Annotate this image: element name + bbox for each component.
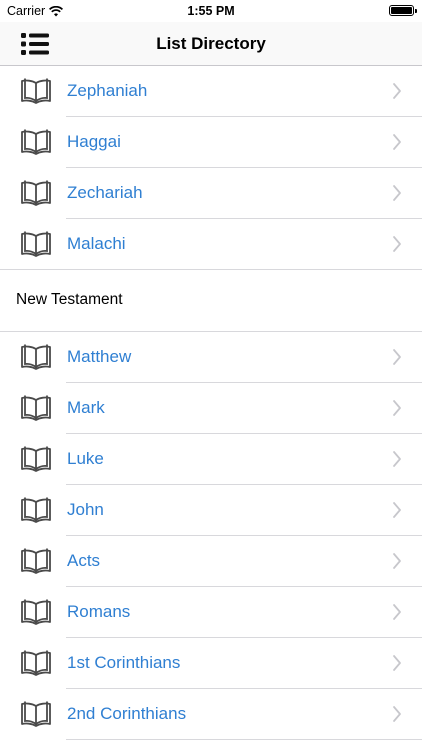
- list-item-2nd-corinthians[interactable]: 2nd Corinthians: [0, 689, 422, 740]
- chevron-right-icon: [393, 236, 401, 252]
- list-item-haggai[interactable]: Haggai: [0, 117, 422, 168]
- list-item-malachi[interactable]: Malachi: [0, 219, 422, 270]
- open-book-icon: [21, 701, 51, 727]
- chevron-right-icon: [393, 553, 401, 569]
- list-item-label: Romans: [67, 602, 131, 621]
- list-item-acts[interactable]: Acts: [0, 536, 422, 587]
- open-book-icon: [21, 395, 51, 421]
- chevron-right-icon: [393, 706, 401, 722]
- status-time: 1:55 PM: [187, 4, 235, 18]
- list-item-john[interactable]: John: [0, 485, 422, 536]
- list-item-label: John: [67, 500, 104, 519]
- chevron-right-icon: [393, 185, 401, 201]
- open-book-icon: [21, 129, 51, 155]
- status-bar: Carrier 1:55 PM: [0, 0, 422, 22]
- open-book-icon: [21, 497, 51, 523]
- page-title: List Directory: [156, 34, 266, 53]
- chevron-right-icon: [393, 604, 401, 620]
- section-header-title: New Testament: [16, 291, 123, 308]
- navigation-bar: List Directory: [0, 22, 422, 66]
- chevron-right-icon: [393, 502, 401, 518]
- chevron-right-icon: [393, 349, 401, 365]
- chevron-right-icon: [393, 655, 401, 671]
- list-item-1st-corinthians[interactable]: 1st Corinthians: [0, 638, 422, 689]
- open-book-icon: [21, 180, 51, 206]
- open-book-icon: [21, 650, 51, 676]
- list-item-label: Malachi: [67, 234, 126, 253]
- list-item-label: Zephaniah: [67, 81, 148, 100]
- list-item-label: Luke: [67, 449, 104, 468]
- list-item-zechariah[interactable]: Zechariah: [0, 168, 422, 219]
- chevron-right-icon: [393, 83, 401, 99]
- open-book-icon: [21, 344, 51, 370]
- list-item-mark[interactable]: Mark: [0, 383, 422, 434]
- row-separator: [66, 739, 422, 740]
- list-item-label: 2nd Corinthians: [67, 704, 187, 723]
- open-book-icon: [21, 548, 51, 574]
- book-list: Zephaniah Haggai Zechariah Malachi New T…: [0, 66, 422, 740]
- open-book-icon: [21, 599, 51, 625]
- open-book-icon: [21, 231, 51, 257]
- list-item-label: Matthew: [67, 347, 132, 366]
- open-book-icon: [21, 78, 51, 104]
- list-item-label: Mark: [67, 398, 105, 417]
- open-book-icon: [21, 446, 51, 472]
- list-item-label: Zechariah: [67, 183, 143, 202]
- list-item-label: Acts: [67, 551, 101, 570]
- list-item-label: Haggai: [67, 132, 121, 151]
- list-item-label: 1st Corinthians: [67, 653, 181, 672]
- section-header-new-testament: New Testament: [0, 270, 422, 332]
- list-item-romans[interactable]: Romans: [0, 587, 422, 638]
- chevron-right-icon: [393, 400, 401, 416]
- list-item-zephaniah[interactable]: Zephaniah: [0, 66, 422, 117]
- list-item-matthew[interactable]: Matthew: [0, 332, 422, 383]
- chevron-right-icon: [393, 451, 401, 467]
- list-item-luke[interactable]: Luke: [0, 434, 422, 485]
- chevron-right-icon: [393, 134, 401, 150]
- battery-icon: [389, 5, 417, 16]
